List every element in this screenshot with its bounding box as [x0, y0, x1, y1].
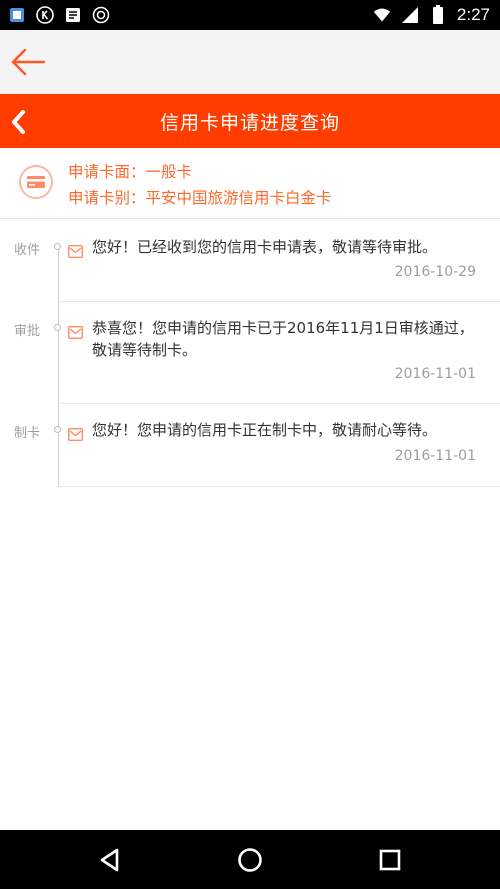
divider: [60, 486, 500, 487]
mail-icon: [67, 426, 84, 442]
card-info-panel: 申请卡面：一般卡 申请卡别：平安中国旅游信用卡白金卡: [0, 148, 500, 219]
wifi-icon: [373, 6, 391, 24]
timeline-dot: [54, 243, 61, 250]
timeline-stage: 收件: [14, 243, 41, 258]
timeline-date: 2016-10-29: [394, 264, 476, 280]
credit-card-icon: [19, 165, 53, 199]
timeline-date: 2016-11-01: [394, 448, 476, 464]
timeline-item: 收件 您好！已经收到您的信用卡申请表，敬请等待审批。 2016-10-29: [0, 219, 500, 302]
page-title: 信用卡申请进度查询: [159, 112, 340, 134]
card-face-label: 申请卡面：一般卡: [68, 163, 193, 181]
mail-icon: [67, 243, 84, 259]
home-circle-icon[interactable]: [236, 846, 264, 874]
back-arrow-icon[interactable]: [10, 45, 46, 79]
signal-icon: [401, 6, 419, 24]
app-icon: [8, 6, 26, 24]
recents-square-icon[interactable]: [376, 846, 404, 874]
navigation-bar: [0, 830, 500, 889]
timeline-message: 恭喜您！您申请的信用卡已于2016年11月1日审核通过，敬请等待制卡。: [92, 319, 474, 359]
timeline-message: 您好！已经收到您的信用卡申请表，敬请等待审批。: [92, 238, 438, 256]
timeline-stage: 制卡: [14, 426, 41, 441]
title-bar: 信用卡申请进度查询: [0, 94, 500, 148]
circle-icon: [92, 6, 110, 24]
mail-icon: [67, 324, 84, 340]
app-bar: [0, 30, 500, 94]
timeline-stage: 审批: [14, 324, 41, 339]
timeline-dot: [54, 426, 61, 433]
status-bar: 2:27: [0, 0, 500, 30]
timeline-message: 您好！您申请的信用卡正在制卡中，敬请耐心等待。: [92, 421, 438, 439]
card-type-label: 申请卡别：平安中国旅游信用卡白金卡: [68, 189, 332, 207]
status-time: 2:27: [456, 5, 490, 24]
k-icon: [36, 6, 54, 24]
notes-icon: [64, 6, 82, 24]
timeline-item: 审批 恭喜您！您申请的信用卡已于2016年11月1日审核通过，敬请等待制卡。 2…: [0, 302, 500, 404]
battery-icon: [429, 5, 447, 24]
back-triangle-icon[interactable]: [96, 846, 124, 874]
timeline-date: 2016-11-01: [394, 366, 476, 382]
timeline-item: 制卡 您好！您申请的信用卡正在制卡中，敬请耐心等待。 2016-11-01: [0, 404, 500, 487]
timeline-dot: [54, 324, 61, 331]
